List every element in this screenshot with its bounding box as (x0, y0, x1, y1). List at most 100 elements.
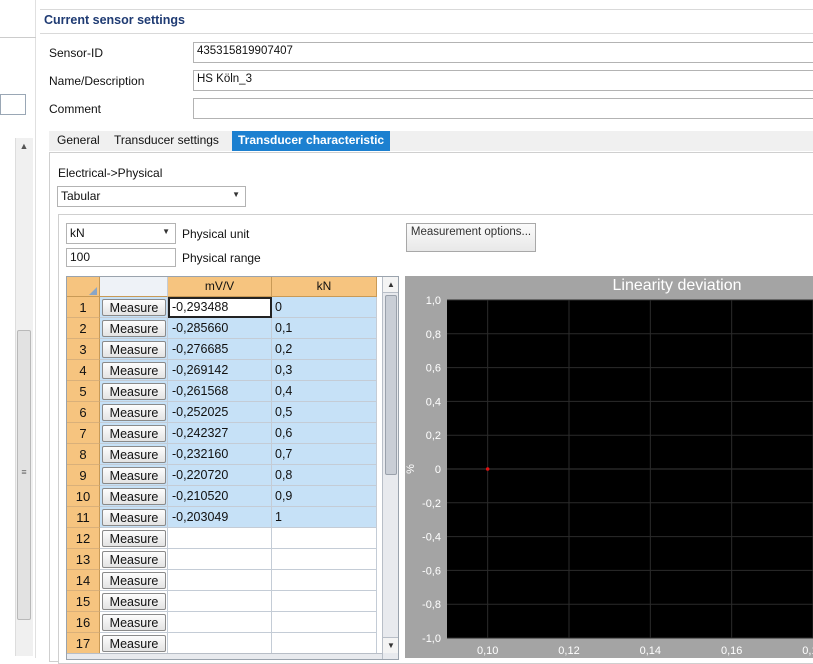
row-index[interactable]: 12 (67, 528, 100, 549)
kn-cell[interactable] (272, 591, 377, 612)
header-divider-bottom (40, 33, 813, 34)
measure-cell: Measure (100, 591, 168, 612)
measure-button[interactable]: Measure (102, 530, 166, 547)
measure-button[interactable]: Measure (102, 446, 166, 463)
tab-transducer-settings[interactable]: Transducer settings (107, 131, 226, 151)
scroll-down-icon[interactable]: ▼ (383, 637, 398, 653)
mv-cell[interactable] (168, 591, 272, 612)
row-index[interactable]: 4 (67, 360, 100, 381)
row-index[interactable]: 9 (67, 465, 100, 486)
physical-range-input[interactable]: 100 (66, 248, 176, 267)
physical-unit-select[interactable]: kN ▼ (66, 223, 176, 244)
mv-cell[interactable]: -0,220720 (168, 465, 272, 486)
measure-button[interactable]: Measure (102, 383, 166, 400)
comment-field[interactable] (193, 98, 813, 119)
name-field[interactable]: HS Köln_3 (193, 70, 813, 91)
kn-cell[interactable]: 0,1 (272, 318, 377, 339)
mv-cell[interactable] (168, 633, 272, 654)
mapping-mode-value: Tabular (61, 189, 101, 203)
mv-cell[interactable] (168, 570, 272, 591)
measure-button[interactable]: Measure (102, 404, 166, 421)
measure-button[interactable]: Measure (102, 614, 166, 631)
row-index[interactable]: 16 (67, 612, 100, 633)
physical-unit-label: Physical unit (182, 227, 250, 241)
row-index[interactable]: 2 (67, 318, 100, 339)
mv-cell[interactable]: -0,252025 (168, 402, 272, 423)
table-vertical-scrollbar[interactable]: ▲ ▼ (382, 277, 398, 659)
row-index[interactable]: 7 (67, 423, 100, 444)
kn-cell[interactable] (272, 549, 377, 570)
kn-cell[interactable]: 0,5 (272, 402, 377, 423)
left-divider (0, 37, 36, 38)
kn-cell[interactable]: 0,9 (272, 486, 377, 507)
mv-cell[interactable]: -0,242327 (168, 423, 272, 444)
row-index[interactable]: 17 (67, 633, 100, 654)
left-panel-input[interactable] (0, 94, 26, 115)
scroll-up-icon[interactable]: ▲ (15, 138, 33, 154)
column-header-mv[interactable]: mV/V (168, 277, 272, 297)
table-row: 1 Measure -0,293488 0 (67, 297, 377, 318)
row-index[interactable]: 5 (67, 381, 100, 402)
mv-cell[interactable] (168, 549, 272, 570)
mv-cell[interactable]: -0,269142 (168, 360, 272, 381)
column-header-kn[interactable]: kN (272, 277, 377, 297)
row-index[interactable]: 11 (67, 507, 100, 528)
kn-cell[interactable] (272, 528, 377, 549)
mv-cell[interactable] (168, 612, 272, 633)
row-index[interactable]: 14 (67, 570, 100, 591)
mv-cell[interactable]: -0,261568 (168, 381, 272, 402)
measure-button[interactable]: Measure (102, 488, 166, 505)
measure-button[interactable]: Measure (102, 635, 166, 652)
measurement-options-button[interactable]: Measurement options... (406, 223, 536, 252)
kn-cell[interactable]: 0,2 (272, 339, 377, 360)
row-index[interactable]: 3 (67, 339, 100, 360)
row-index[interactable]: 6 (67, 402, 100, 423)
measure-button[interactable]: Measure (102, 362, 166, 379)
table-row: 13 Measure (67, 549, 377, 570)
physical-range-label: Physical range (182, 251, 261, 265)
table-scrollbar-thumb[interactable] (385, 295, 397, 475)
kn-cell[interactable]: 0,6 (272, 423, 377, 444)
mv-cell[interactable]: -0,276685 (168, 339, 272, 360)
kn-cell[interactable] (272, 633, 377, 654)
mv-cell[interactable]: -0,210520 (168, 486, 272, 507)
kn-cell[interactable]: 0,3 (272, 360, 377, 381)
tab-general[interactable]: General (50, 131, 107, 151)
measure-button[interactable]: Measure (102, 551, 166, 568)
sensor-id-field[interactable]: 435315819907407 (193, 42, 813, 63)
kn-cell[interactable]: 0 (272, 297, 377, 318)
kn-cell[interactable]: 0,4 (272, 381, 377, 402)
measure-button[interactable]: Measure (102, 299, 166, 316)
measure-button[interactable]: Measure (102, 425, 166, 442)
table-row: 16 Measure (67, 612, 377, 633)
row-index[interactable]: 1 (67, 297, 100, 318)
measure-button[interactable]: Measure (102, 572, 166, 589)
mv-cell[interactable]: -0,285660 (168, 318, 272, 339)
row-index[interactable]: 8 (67, 444, 100, 465)
sensor-id-label: Sensor-ID (49, 46, 104, 60)
kn-cell[interactable]: 1 (272, 507, 377, 528)
kn-cell[interactable]: 0,7 (272, 444, 377, 465)
table-horizontal-scrollbar[interactable] (67, 653, 382, 659)
mv-cell[interactable]: -0,232160 (168, 444, 272, 465)
kn-cell[interactable] (272, 570, 377, 591)
measure-button[interactable]: Measure (102, 593, 166, 610)
scroll-up-icon[interactable]: ▲ (383, 277, 398, 293)
mv-cell[interactable]: -0,203049 (168, 507, 272, 528)
row-index[interactable]: 10 (67, 486, 100, 507)
kn-cell[interactable]: 0,8 (272, 465, 377, 486)
row-index[interactable]: 13 (67, 549, 100, 570)
measure-button[interactable]: Measure (102, 467, 166, 484)
mv-cell[interactable] (168, 528, 272, 549)
mv-cell[interactable]: -0,293488 (168, 297, 272, 318)
row-index[interactable]: 15 (67, 591, 100, 612)
kn-cell[interactable] (272, 612, 377, 633)
table-header: mV/V kN (67, 277, 377, 297)
x-tick-label: 0,16 (721, 645, 742, 657)
select-all-corner[interactable] (67, 277, 100, 297)
mapping-mode-select[interactable]: Tabular ▼ (57, 186, 246, 207)
measure-button[interactable]: Measure (102, 320, 166, 337)
tab-transducer-characteristic[interactable]: Transducer characteristic (232, 131, 391, 151)
measure-button[interactable]: Measure (102, 341, 166, 358)
measure-button[interactable]: Measure (102, 509, 166, 526)
